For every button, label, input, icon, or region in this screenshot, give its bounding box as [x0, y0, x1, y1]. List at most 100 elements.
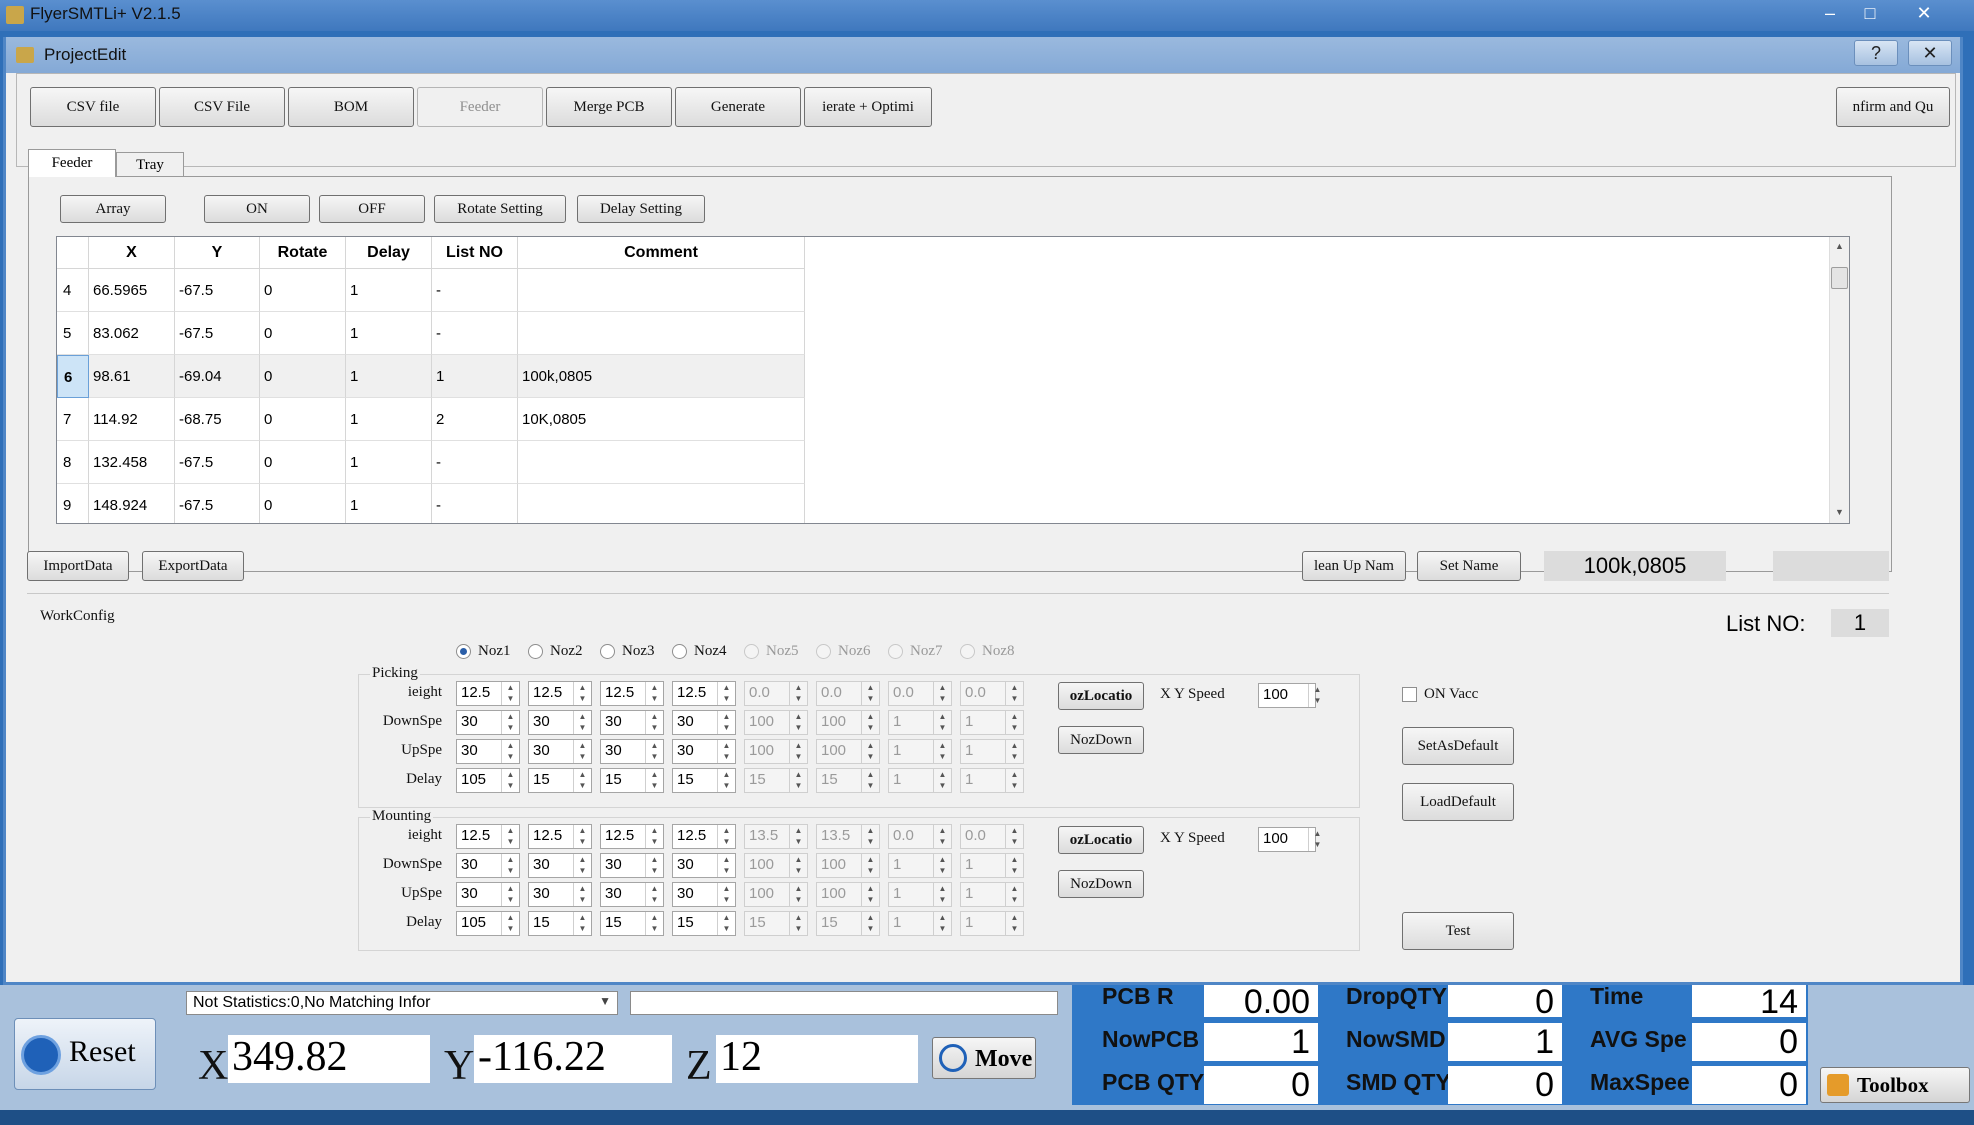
mounting-noz6-stepper[interactable]: ▲ ▼	[861, 825, 879, 848]
mounting-noz3-stepper[interactable]: ▲ ▼	[645, 883, 663, 906]
cell-rotate[interactable]: 0	[260, 355, 346, 398]
import-data-button[interactable]: ImportData	[27, 551, 129, 581]
cell-comment[interactable]	[518, 269, 805, 312]
scroll-thumb[interactable]	[1831, 267, 1848, 289]
picking-noz7-stepper[interactable]: ▲ ▼	[933, 740, 951, 763]
picking-noz5-stepper[interactable]: ▲ ▼	[789, 740, 807, 763]
cell-y[interactable]: -69.04	[175, 355, 260, 398]
mounting-noz4-stepper[interactable]: ▲ ▼	[717, 912, 735, 935]
mounting-noz5-stepper[interactable]: ▲ ▼	[789, 854, 807, 877]
noz-location-pick-button[interactable]: ozLocatio	[1058, 682, 1144, 710]
confirm-and-quit-button[interactable]: nfirm and Qu	[1836, 87, 1950, 127]
mounting-noz3-stepper[interactable]: ▲ ▼	[645, 825, 663, 848]
scroll-up-icon[interactable]: ▲	[1835, 241, 1844, 251]
mounting-noz6-stepper[interactable]: ▲ ▼	[861, 912, 879, 935]
cell-list-no[interactable]: 1	[432, 355, 518, 398]
cell-list-no[interactable]: 2	[432, 398, 518, 441]
noz7-radio[interactable]	[888, 644, 903, 659]
set-as-default-button[interactable]: SetAsDefault	[1402, 727, 1514, 765]
mounting-noz7-stepper[interactable]: ▲ ▼	[933, 825, 951, 848]
column-header-list-no[interactable]: List NO	[432, 237, 518, 269]
cell-delay[interactable]: 1	[346, 355, 432, 398]
mounting-noz1-stepper[interactable]: ▲ ▼	[501, 883, 519, 906]
picking-noz1-stepper[interactable]: ▲ ▼	[501, 740, 519, 763]
picking-noz2-stepper[interactable]: ▲ ▼	[573, 711, 591, 734]
mounting-noz8-stepper[interactable]: ▲ ▼	[1005, 825, 1023, 848]
noz5-radio[interactable]	[744, 644, 759, 659]
mounting-noz5-stepper[interactable]: ▲ ▼	[789, 825, 807, 848]
scroll-down-icon[interactable]: ▼	[1835, 507, 1844, 517]
picking-noz6-stepper[interactable]: ▲ ▼	[861, 682, 879, 705]
picking-noz8-stepper[interactable]: ▲ ▼	[1005, 682, 1023, 705]
picking-noz2-stepper[interactable]: ▲ ▼	[573, 740, 591, 763]
on-button[interactable]: ON	[204, 195, 310, 223]
mounting-noz2-stepper[interactable]: ▲ ▼	[573, 854, 591, 877]
rotate-setting-button[interactable]: Rotate Setting	[434, 195, 566, 223]
cell-y[interactable]: -67.5	[175, 312, 260, 355]
noz3-radio[interactable]	[600, 644, 615, 659]
picking-noz3-stepper[interactable]: ▲ ▼	[645, 711, 663, 734]
column-header-x[interactable]: X	[89, 237, 175, 269]
bom-button[interactable]: BOM	[288, 87, 414, 127]
picking-noz8-stepper[interactable]: ▲ ▼	[1005, 769, 1023, 792]
noz-down-pick-button[interactable]: NozDown	[1058, 726, 1144, 754]
picking-noz8-stepper[interactable]: ▲ ▼	[1005, 740, 1023, 763]
noz4-radio[interactable]	[672, 644, 687, 659]
row-number[interactable]: 4	[57, 269, 89, 312]
clean-up-name-button[interactable]: lean Up Nam	[1302, 551, 1406, 581]
csv-file-import-button[interactable]: CSV File	[159, 87, 285, 127]
noz-down-mount-button[interactable]: NozDown	[1058, 870, 1144, 898]
mounting-noz6-stepper[interactable]: ▲ ▼	[861, 854, 879, 877]
cell-delay[interactable]: 1	[346, 484, 432, 523]
mounting-noz7-stepper[interactable]: ▲ ▼	[933, 854, 951, 877]
cell-comment[interactable]: 100k,0805	[518, 355, 805, 398]
picking-noz1-stepper[interactable]: ▲ ▼	[501, 711, 519, 734]
row-number[interactable]: 5	[57, 312, 89, 355]
generate-button[interactable]: Generate	[675, 87, 801, 127]
cell-x[interactable]: 83.062	[89, 312, 175, 355]
picking-noz2-stepper[interactable]: ▲ ▼	[573, 769, 591, 792]
test-button[interactable]: Test	[1402, 912, 1514, 950]
export-data-button[interactable]: ExportData	[142, 551, 244, 581]
cell-comment[interactable]	[518, 484, 805, 523]
set-name-button[interactable]: Set Name	[1417, 551, 1521, 581]
tab-tray[interactable]: Tray	[116, 152, 184, 177]
picking-noz6-stepper[interactable]: ▲ ▼	[861, 769, 879, 792]
cell-list-no[interactable]: -	[432, 484, 518, 523]
grid-scrollbar[interactable]: ▲ ▼	[1829, 237, 1849, 523]
cell-rotate[interactable]: 0	[260, 398, 346, 441]
close-icon[interactable]: ✕	[1906, 2, 1942, 24]
mounting-noz7-stepper[interactable]: ▲ ▼	[933, 883, 951, 906]
cell-comment[interactable]	[518, 312, 805, 355]
picking-noz3-stepper[interactable]: ▲ ▼	[645, 769, 663, 792]
noz1-radio[interactable]	[456, 644, 471, 659]
column-header-y[interactable]: Y	[175, 237, 260, 269]
status-text-field[interactable]	[630, 991, 1058, 1015]
cell-y[interactable]: -67.5	[175, 269, 260, 312]
mounting-noz4-stepper[interactable]: ▲ ▼	[717, 883, 735, 906]
cell-x[interactable]: 66.5965	[89, 269, 175, 312]
picking-noz4-stepper[interactable]: ▲ ▼	[717, 682, 735, 705]
row-number[interactable]: 6	[57, 355, 89, 398]
mounting-noz1-stepper[interactable]: ▲ ▼	[501, 854, 519, 877]
column-header-comment[interactable]: Comment	[518, 237, 805, 269]
cell-delay[interactable]: 1	[346, 441, 432, 484]
noz6-radio[interactable]	[816, 644, 831, 659]
reset-button[interactable]: Reset	[14, 1018, 156, 1090]
help-button[interactable]: ?	[1854, 40, 1898, 66]
move-button[interactable]: Move	[932, 1037, 1036, 1079]
status-select[interactable]: Not Statistics:0,No Matching Infor ▼	[186, 991, 618, 1015]
picking-noz5-stepper[interactable]: ▲ ▼	[789, 711, 807, 734]
xy-speed-pick-stepper[interactable]: ▲ ▼	[1308, 684, 1326, 707]
cell-rotate[interactable]: 0	[260, 312, 346, 355]
off-button[interactable]: OFF	[319, 195, 425, 223]
cell-x[interactable]: 148.924	[89, 484, 175, 523]
mounting-noz1-stepper[interactable]: ▲ ▼	[501, 825, 519, 848]
cell-y[interactable]: -67.5	[175, 484, 260, 523]
mounting-noz2-stepper[interactable]: ▲ ▼	[573, 825, 591, 848]
cell-comment[interactable]: 10K,0805	[518, 398, 805, 441]
feeder-grid[interactable]: X Y Rotate Delay List NO Comment 4 66.59…	[56, 236, 1850, 524]
mounting-noz3-stepper[interactable]: ▲ ▼	[645, 854, 663, 877]
mounting-noz1-stepper[interactable]: ▲ ▼	[501, 912, 519, 935]
row-number[interactable]: 9	[57, 484, 89, 523]
